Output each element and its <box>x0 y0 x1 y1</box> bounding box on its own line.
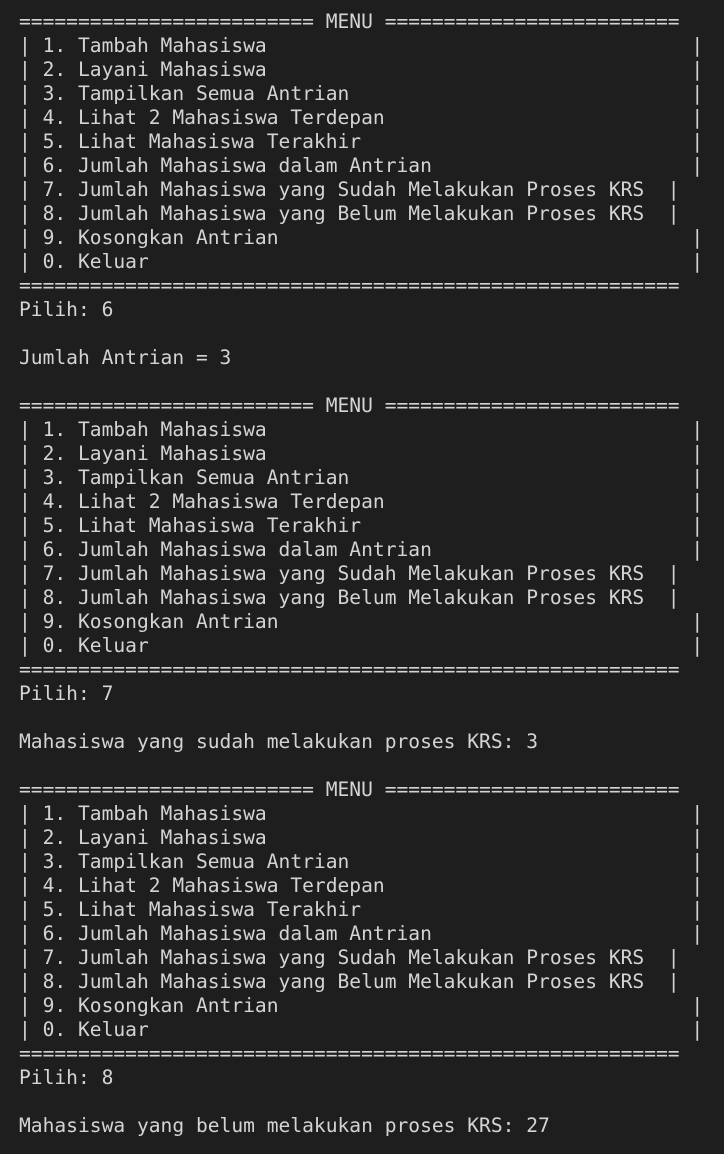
menu-item: | 7. Jumlah Mahasiswa yang Sudah Melakuk… <box>19 946 680 969</box>
result-line: Jumlah Antrian = 3 <box>19 346 232 369</box>
menu-item: | 1. Tambah Mahasiswa | <box>19 802 704 825</box>
menu-item: | 3. Tampilkan Semua Antrian | <box>19 850 704 873</box>
menu-item: | 7. Jumlah Mahasiswa yang Sudah Melakuk… <box>19 178 680 201</box>
menu-item: | 4. Lihat 2 Mahasiswa Terdepan | <box>19 874 704 897</box>
menu-footer: ========================================… <box>19 274 680 297</box>
menu-item: | 3. Tampilkan Semua Antrian | <box>19 466 704 489</box>
menu-item: | 8. Jumlah Mahasiswa yang Belum Melakuk… <box>19 970 680 993</box>
menu-footer: ========================================… <box>19 1042 680 1065</box>
menu-item: | 7. Jumlah Mahasiswa yang Sudah Melakuk… <box>19 562 680 585</box>
menu-item: | 0. Keluar | <box>19 1018 704 1041</box>
menu-item: | 9. Kosongkan Antrian | <box>19 610 704 633</box>
menu-item: | 3. Tampilkan Semua Antrian | <box>19 82 704 105</box>
result-line: Mahasiswa yang belum melakukan proses KR… <box>19 1114 550 1137</box>
choice-prompt: Pilih: 8 <box>19 1066 114 1089</box>
menu-item: | 2. Layani Mahasiswa | <box>19 826 704 849</box>
menu-item: | 2. Layani Mahasiswa | <box>19 58 704 81</box>
menu-item: | 6. Jumlah Mahasiswa dalam Antrian | <box>19 922 704 945</box>
menu-item: | 9. Kosongkan Antrian | <box>19 994 704 1017</box>
menu-item: | 4. Lihat 2 Mahasiswa Terdepan | <box>19 106 704 129</box>
menu-item: | 6. Jumlah Mahasiswa dalam Antrian | <box>19 154 704 177</box>
menu-footer: ========================================… <box>19 658 680 681</box>
menu-item: | 1. Tambah Mahasiswa | <box>19 418 704 441</box>
result-line: Mahasiswa yang sudah melakukan proses KR… <box>19 730 539 753</box>
menu-block: ========================= MENU =========… <box>19 778 719 1138</box>
choice-prompt: Pilih: 7 <box>19 682 114 705</box>
menu-item: | 4. Lihat 2 Mahasiswa Terdepan | <box>19 490 704 513</box>
menu-item: | 9. Kosongkan Antrian | <box>19 226 704 249</box>
menu-item: | 8. Jumlah Mahasiswa yang Belum Melakuk… <box>19 586 680 609</box>
menu-item: | 5. Lihat Mahasiswa Terakhir | <box>19 898 704 921</box>
menu-item: | 0. Keluar | <box>19 250 704 273</box>
menu-item: | 0. Keluar | <box>19 634 704 657</box>
menu-item: | 5. Lihat Mahasiswa Terakhir | <box>19 130 704 153</box>
menu-item: | 5. Lihat Mahasiswa Terakhir | <box>19 514 704 537</box>
menu-header: ========================= MENU =========… <box>19 10 680 33</box>
menu-item: | 8. Jumlah Mahasiswa yang Belum Melakuk… <box>19 202 680 225</box>
menu-header: ========================= MENU =========… <box>19 394 680 417</box>
menu-header: ========================= MENU =========… <box>19 778 680 801</box>
menu-block: ========================= MENU =========… <box>19 10 719 394</box>
menu-item: | 6. Jumlah Mahasiswa dalam Antrian | <box>19 538 704 561</box>
terminal-output[interactable]: ========================= MENU =========… <box>19 10 719 1138</box>
menu-item: | 2. Layani Mahasiswa | <box>19 442 704 465</box>
menu-block: ========================= MENU =========… <box>19 394 719 778</box>
choice-prompt: Pilih: 6 <box>19 298 114 321</box>
menu-item: | 1. Tambah Mahasiswa | <box>19 34 704 57</box>
